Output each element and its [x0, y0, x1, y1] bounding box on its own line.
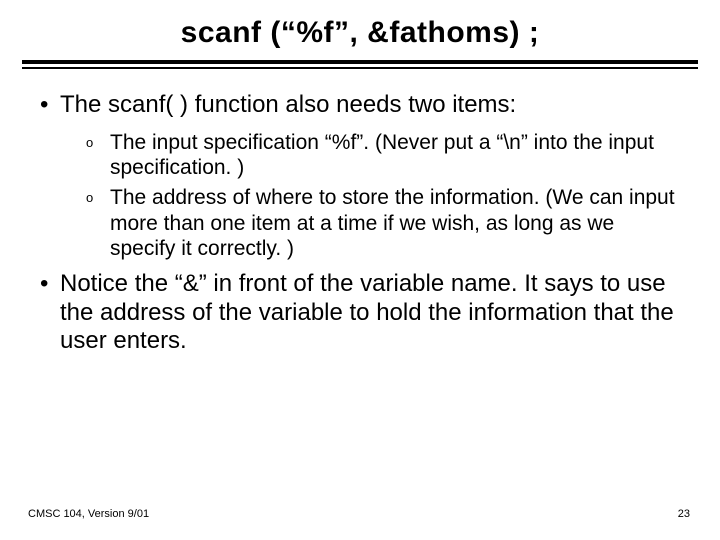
title-rule — [0, 60, 720, 69]
slide-title: scanf (“%f”, &fathoms) ; — [0, 16, 720, 50]
bullet-circle-icon: o — [86, 185, 110, 262]
bullet-level1: • Notice the “&” in front of the variabl… — [40, 270, 680, 356]
bullet-level1: • The scanf( ) function also needs two i… — [40, 91, 680, 120]
footer-page-number: 23 — [678, 508, 690, 520]
rule-thick — [22, 60, 698, 64]
bullet-text: The input specification “%f”. (Never put… — [110, 130, 680, 181]
bullet-text: The scanf( ) function also needs two ite… — [60, 91, 680, 120]
bullet-dot-icon: • — [40, 91, 60, 120]
footer-course: CMSC 104, Version 9/01 — [28, 508, 149, 520]
slide-body: • The scanf( ) function also needs two i… — [0, 69, 720, 356]
bullet-text: Notice the “&” in front of the variable … — [60, 270, 680, 356]
slide: scanf (“%f”, &fathoms) ; • The scanf( ) … — [0, 0, 720, 540]
bullet-level2: o The input specification “%f”. (Never p… — [86, 130, 680, 181]
bullet-text: The address of where to store the inform… — [110, 185, 680, 262]
sub-bullet-group: o The input specification “%f”. (Never p… — [86, 130, 680, 262]
bullet-level2: o The address of where to store the info… — [86, 185, 680, 262]
bullet-dot-icon: • — [40, 270, 60, 356]
bullet-circle-icon: o — [86, 130, 110, 181]
